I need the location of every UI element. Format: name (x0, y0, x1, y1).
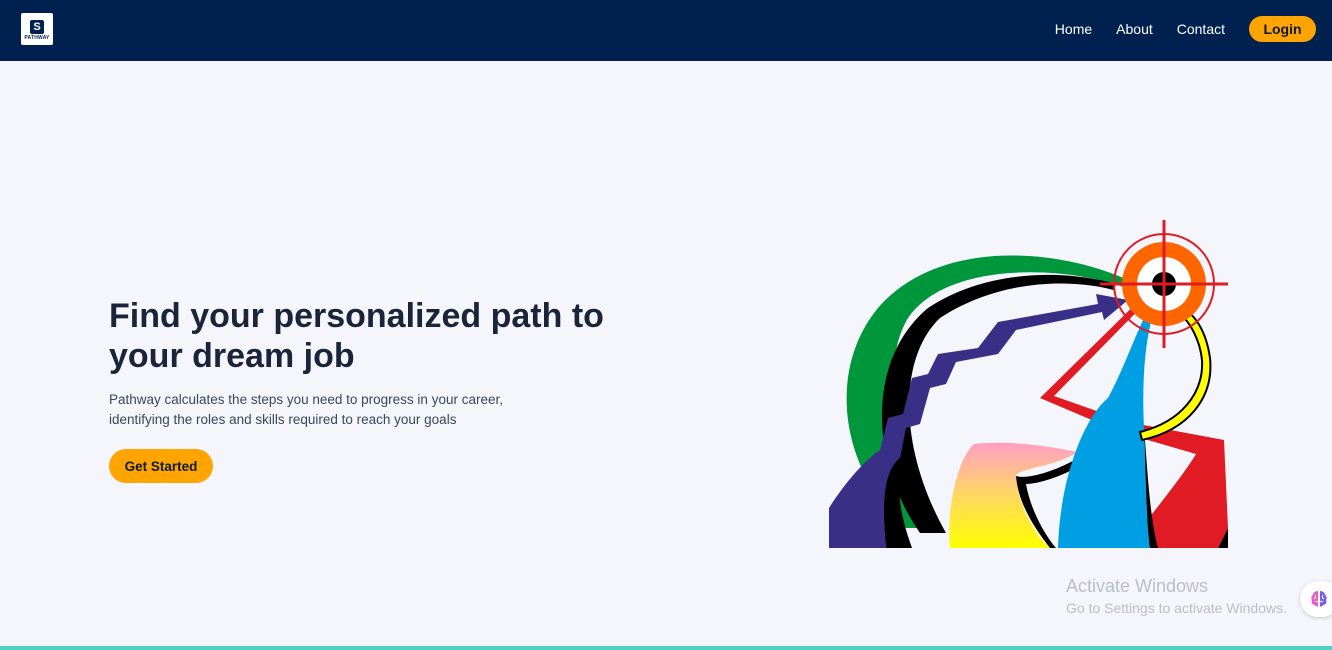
watermark-title: Activate Windows (1066, 576, 1209, 596)
navbar: S PATHWAY Home About Contact Login (0, 0, 1332, 61)
logo-text: PATHWAY (24, 34, 50, 41)
nav-contact-link[interactable]: Contact (1177, 21, 1225, 37)
hero-title: Find your personalized path to your drea… (109, 297, 604, 375)
hero-description: Pathway calculates the steps you need to… (109, 392, 503, 427)
brain-icon (1311, 591, 1327, 607)
logo-mark: S (30, 19, 44, 34)
nav-about-link[interactable]: About (1116, 21, 1153, 37)
career-target-illustration (829, 220, 1228, 548)
login-button[interactable]: Login (1249, 16, 1316, 42)
floating-assistant-button[interactable] (1300, 581, 1332, 617)
nav-home-link[interactable]: Home (1055, 21, 1092, 37)
nav-links: Home About Contact Login (1055, 16, 1316, 42)
pathway-logo[interactable]: S PATHWAY (21, 13, 53, 45)
activate-windows-watermark: Activate Windows Go to Settings to activ… (1066, 575, 1287, 619)
watermark-subtitle: Go to Settings to activate Windows. (1066, 600, 1287, 616)
bottom-accent-bar (0, 646, 1332, 650)
get-started-button[interactable]: Get Started (109, 449, 213, 483)
